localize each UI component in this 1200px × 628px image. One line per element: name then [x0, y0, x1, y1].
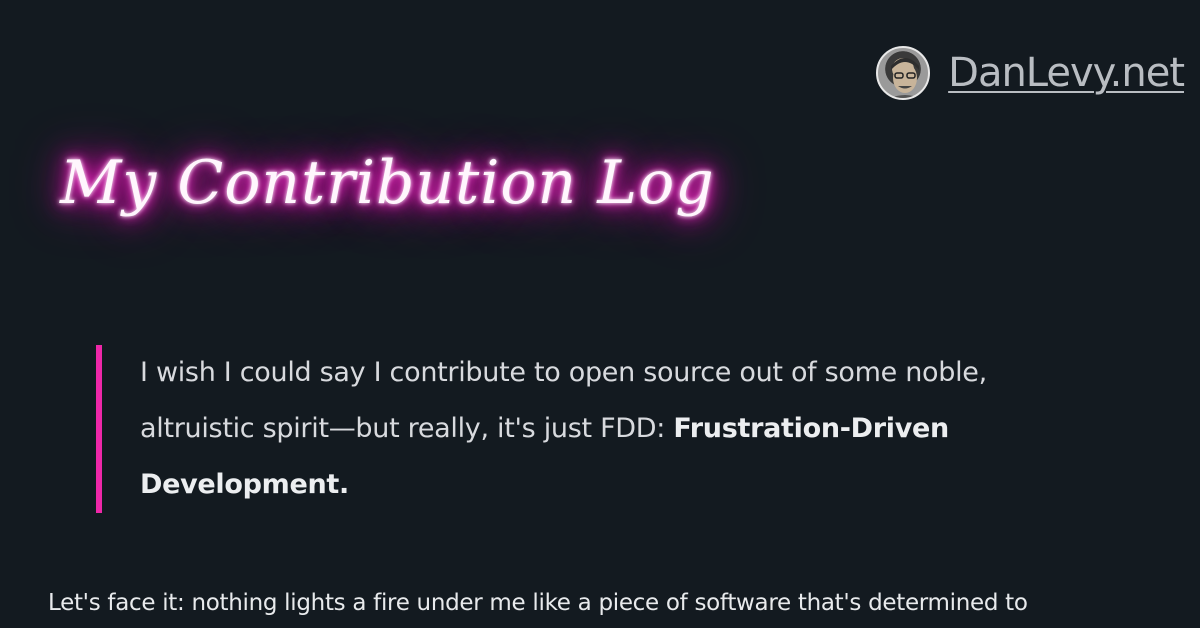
article-paragraph: Let's face it: nothing lights a fire und… [48, 590, 1028, 616]
quote-text: I wish I could say I contribute to open … [140, 345, 996, 513]
site-name: DanLevy.net [948, 50, 1185, 96]
page-title: My Contribution Log [60, 148, 715, 218]
site-brand-link[interactable]: DanLevy.net [876, 46, 1185, 100]
author-avatar [876, 46, 931, 100]
intro-quote: I wish I could say I contribute to open … [96, 345, 996, 513]
